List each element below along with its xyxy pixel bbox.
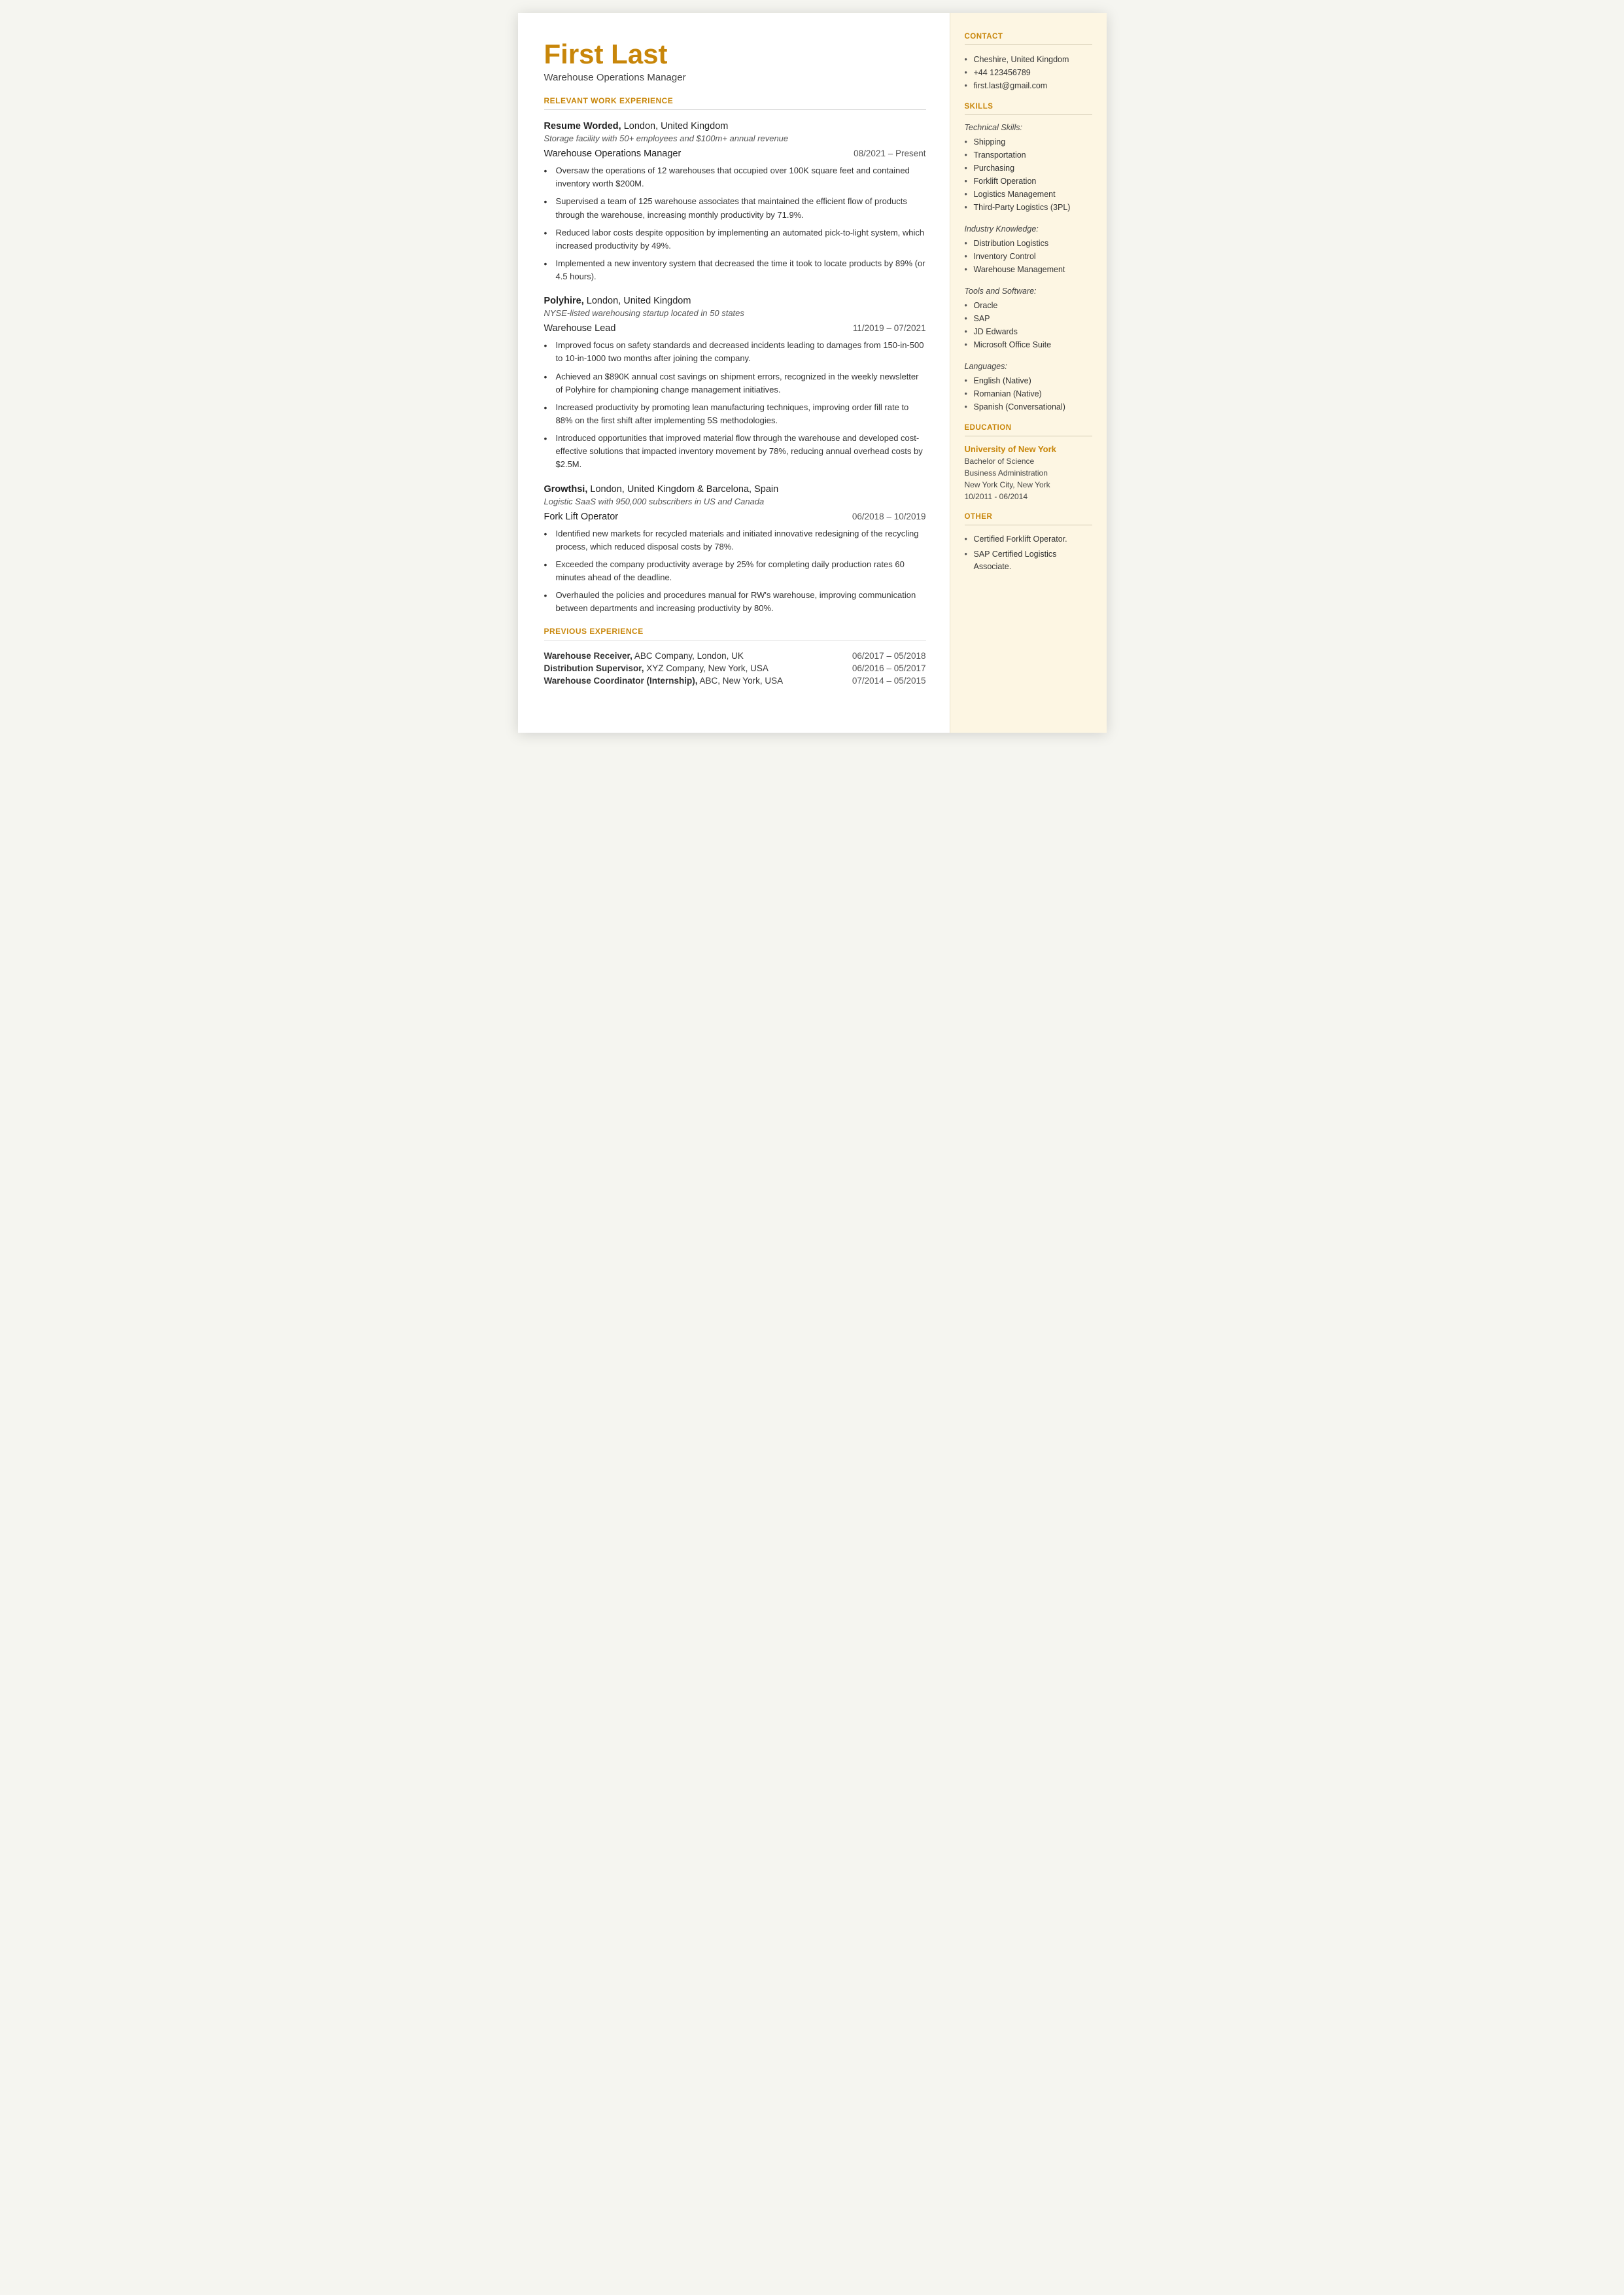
edu-school: University of New York <box>965 444 1092 454</box>
edu-degree: Bachelor of Science <box>965 455 1092 467</box>
bullet-2-3: Increased productivity by promoting lean… <box>544 401 926 427</box>
job-dates-1: 08/2021 – Present <box>854 149 925 158</box>
job-role-3: Fork Lift Operator <box>544 512 619 522</box>
prev-exp-title-3: Warehouse Coordinator (Internship), ABC,… <box>544 676 784 686</box>
education-header: EDUCATION <box>965 424 1092 432</box>
languages-list: English (Native) Romanian (Native) Spani… <box>965 374 1092 413</box>
prev-exp-dates-2: 06/2016 – 05/2017 <box>852 663 926 673</box>
skill-distribution: Distribution Logistics <box>965 237 1092 250</box>
bullet-2-4: Introduced opportunities that improved m… <box>544 432 926 471</box>
contact-email: first.last@gmail.com <box>965 79 1092 92</box>
skill-shipping: Shipping <box>965 135 1092 149</box>
job-block-2: Polyhire, London, United Kingdom NYSE-li… <box>544 295 926 471</box>
prev-exp-row-1: Warehouse Receiver, ABC Company, London,… <box>544 651 926 661</box>
bullet-3-2: Exceeded the company productivity averag… <box>544 558 926 584</box>
prev-exp-title-2: Distribution Supervisor, XYZ Company, Ne… <box>544 663 769 673</box>
edu-field: Business Administration <box>965 467 1092 479</box>
tool-ms-office: Microsoft Office Suite <box>965 338 1092 351</box>
main-column: First Last Warehouse Operations Manager … <box>518 13 950 733</box>
tool-jd-edwards: JD Edwards <box>965 325 1092 338</box>
company-name-1: Resume Worded, London, United Kingdom <box>544 121 729 131</box>
job-bullets-2: Improved focus on safety standards and d… <box>544 339 926 471</box>
skill-3pl: Third-Party Logistics (3PL) <box>965 201 1092 214</box>
lang-romanian: Romanian (Native) <box>965 387 1092 400</box>
technical-skills-label: Technical Skills: <box>965 123 1092 132</box>
skill-inventory: Inventory Control <box>965 250 1092 263</box>
tool-oracle: Oracle <box>965 299 1092 312</box>
contact-divider <box>965 44 1092 45</box>
skills-divider <box>965 114 1092 115</box>
job-row-2: Warehouse Lead 11/2019 – 07/2021 <box>544 323 926 334</box>
other-item-2: SAP Certified Logistics Associate. <box>965 548 1092 573</box>
job-row-1: Warehouse Operations Manager 08/2021 – P… <box>544 149 926 159</box>
prev-exp-row-2: Distribution Supervisor, XYZ Company, Ne… <box>544 663 926 673</box>
company-line-2: Polyhire, London, United Kingdom <box>544 295 926 307</box>
edu-location: New York City, New York <box>965 479 1092 491</box>
company-line-1: Resume Worded, London, United Kingdom <box>544 120 926 132</box>
tools-list: Oracle SAP JD Edwards Microsoft Office S… <box>965 299 1092 351</box>
previous-experience-list: Warehouse Receiver, ABC Company, London,… <box>544 651 926 686</box>
section-divider <box>544 109 926 110</box>
skill-logistics: Logistics Management <box>965 188 1092 201</box>
prev-exp-title-1: Warehouse Receiver, ABC Company, London,… <box>544 651 744 661</box>
tools-label: Tools and Software: <box>965 287 1092 296</box>
job-block-1: Resume Worded, London, United Kingdom St… <box>544 120 926 283</box>
skill-purchasing: Purchasing <box>965 162 1092 175</box>
job-block-3: Growthsi, London, United Kingdom & Barce… <box>544 483 926 616</box>
company-line-3: Growthsi, London, United Kingdom & Barce… <box>544 483 926 495</box>
prev-exp-row-3: Warehouse Coordinator (Internship), ABC,… <box>544 676 926 686</box>
contact-location: Cheshire, United Kingdom <box>965 53 1092 66</box>
previous-experience-header: PREVIOUS EXPERIENCE <box>544 627 926 636</box>
company-desc-1: Storage facility with 50+ employees and … <box>544 133 926 143</box>
edu-dates: 10/2011 - 06/2014 <box>965 491 1092 502</box>
prev-exp-dates-3: 07/2014 – 05/2015 <box>852 676 926 686</box>
industry-knowledge-label: Industry Knowledge: <box>965 224 1092 234</box>
other-item-1: Certified Forklift Operator. <box>965 533 1092 546</box>
job-row-3: Fork Lift Operator 06/2018 – 10/2019 <box>544 512 926 522</box>
sidebar: CONTACT Cheshire, United Kingdom +44 123… <box>950 13 1107 733</box>
job-role-2: Warehouse Lead <box>544 323 616 334</box>
bullet-2-2: Achieved an $890K annual cost savings on… <box>544 370 926 396</box>
lang-english: English (Native) <box>965 374 1092 387</box>
resume-wrapper: First Last Warehouse Operations Manager … <box>518 13 1107 733</box>
bullet-2-1: Improved focus on safety standards and d… <box>544 339 926 365</box>
technical-skills-list: Shipping Transportation Purchasing Forkl… <box>965 135 1092 214</box>
bullet-1-2: Supervised a team of 125 warehouse assoc… <box>544 195 926 221</box>
prev-exp-dates-1: 06/2017 – 05/2018 <box>852 651 926 661</box>
job-role-1: Warehouse Operations Manager <box>544 149 682 159</box>
job-dates-2: 11/2019 – 07/2021 <box>853 323 926 333</box>
candidate-name: First Last <box>544 39 926 69</box>
bullet-3-1: Identified new markets for recycled mate… <box>544 527 926 553</box>
bullet-1-1: Oversaw the operations of 12 warehouses … <box>544 164 926 190</box>
bullet-3-3: Overhauled the policies and procedures m… <box>544 589 926 615</box>
bullet-1-4: Implemented a new inventory system that … <box>544 257 926 283</box>
languages-label: Languages: <box>965 362 1092 371</box>
job-dates-3: 06/2018 – 10/2019 <box>852 512 926 521</box>
skill-transportation: Transportation <box>965 149 1092 162</box>
company-name-3: Growthsi, London, United Kingdom & Barce… <box>544 484 779 495</box>
job-title: Warehouse Operations Manager <box>544 72 926 83</box>
job-bullets-1: Oversaw the operations of 12 warehouses … <box>544 164 926 283</box>
skill-forklift: Forklift Operation <box>965 175 1092 188</box>
other-header: OTHER <box>965 513 1092 521</box>
skill-warehouse: Warehouse Management <box>965 263 1092 276</box>
tool-sap: SAP <box>965 312 1092 325</box>
lang-spanish: Spanish (Conversational) <box>965 400 1092 413</box>
company-desc-2: NYSE-listed warehousing startup located … <box>544 308 926 318</box>
company-name-2: Polyhire, London, United Kingdom <box>544 296 691 306</box>
job-bullets-3: Identified new markets for recycled mate… <box>544 527 926 616</box>
company-desc-3: Logistic SaaS with 950,000 subscribers i… <box>544 497 926 506</box>
contact-header: CONTACT <box>965 33 1092 41</box>
bullet-1-3: Reduced labor costs despite opposition b… <box>544 226 926 253</box>
industry-knowledge-list: Distribution Logistics Inventory Control… <box>965 237 1092 276</box>
contact-list: Cheshire, United Kingdom +44 123456789 f… <box>965 53 1092 92</box>
relevant-work-experience-header: RELEVANT WORK EXPERIENCE <box>544 96 926 105</box>
contact-phone: +44 123456789 <box>965 66 1092 79</box>
skills-header: SKILLS <box>965 103 1092 111</box>
